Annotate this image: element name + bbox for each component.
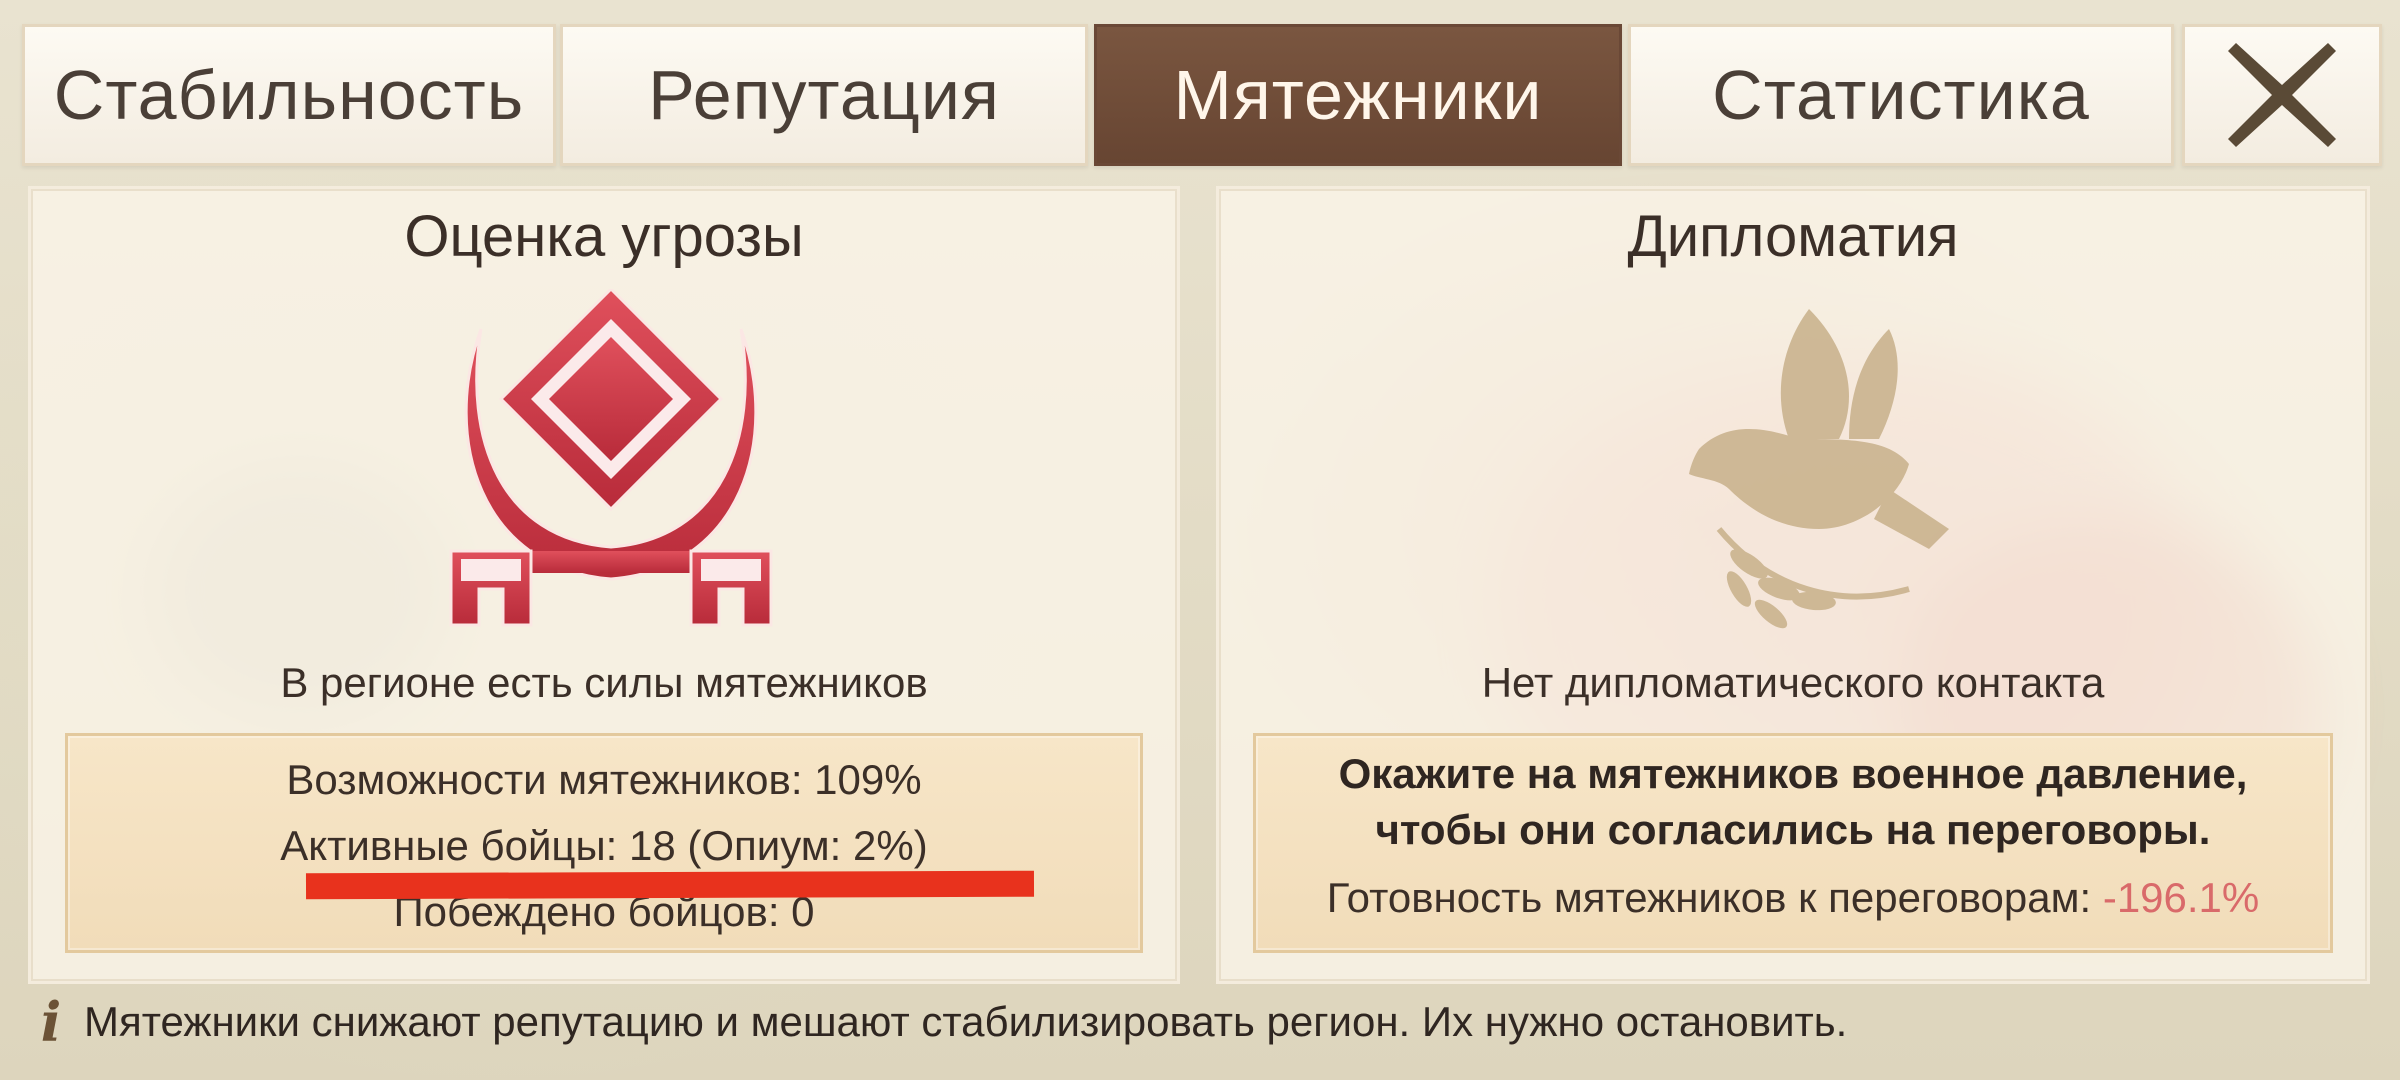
tab-label: Репутация <box>648 56 1000 134</box>
diplomacy-advice-box: Окажите на мятежников военное давление, … <box>1253 733 2333 953</box>
tab-rebels[interactable]: Мятежники <box>1094 24 1622 166</box>
footer-hint: i Мятежники снижают репутацию и мешают с… <box>36 990 1848 1054</box>
tab-reputation[interactable]: Репутация <box>560 24 1088 166</box>
tab-bar: Стабильность Репутация Мятежники Статист… <box>22 24 2382 166</box>
advice-line: Окажите на мятежников военное давление, <box>1338 750 2248 797</box>
active-fighters: Активные бойцы: 18 (Опиум: 2%) <box>280 822 928 869</box>
advice-line: чтобы они согласились на переговоры. <box>1375 806 2211 853</box>
close-button[interactable] <box>2182 24 2382 166</box>
footer-text: Мятежники снижают репутацию и мешают ста… <box>84 998 1848 1045</box>
close-icon <box>2228 43 2336 147</box>
diplomatic-contact-status: Нет дипломатического контакта <box>1481 659 2105 706</box>
panel-title: Дипломатия <box>1627 204 1959 269</box>
negotiation-readiness: Готовность мятежников к переговорам: -19… <box>1256 874 2330 922</box>
diplomacy-panel: Дипломатия Нет дипломатического контакта… <box>1216 186 2370 984</box>
negotiation-readiness-label: Готовность мятежников к переговорам: <box>1326 874 2103 921</box>
rebel-stats-box: Возможности мятежников: 109% Активные бо… <box>65 733 1143 953</box>
tab-label: Стабильность <box>53 56 525 134</box>
rebel-presence-status: В регионе есть силы мятежников <box>280 659 928 706</box>
dove-icon <box>1689 309 1949 629</box>
info-icon: i <box>40 990 62 1054</box>
rebel-capabilities: Возможности мятежников: 109% <box>286 756 922 803</box>
tab-stability[interactable]: Стабильность <box>22 24 556 166</box>
tab-statistics[interactable]: Статистика <box>1628 24 2174 166</box>
annotation-underline <box>305 870 1035 900</box>
rebel-emblem-icon <box>449 289 773 627</box>
tab-label: Мятежники <box>1173 56 1543 134</box>
threat-assessment-panel: Оценка угрозы В регионе есть силы мятежн… <box>28 186 1180 984</box>
panel-title: Оценка угрозы <box>404 204 804 269</box>
tab-label: Статистика <box>1712 56 2090 134</box>
negotiation-readiness-value: -196.1% <box>2102 874 2260 921</box>
